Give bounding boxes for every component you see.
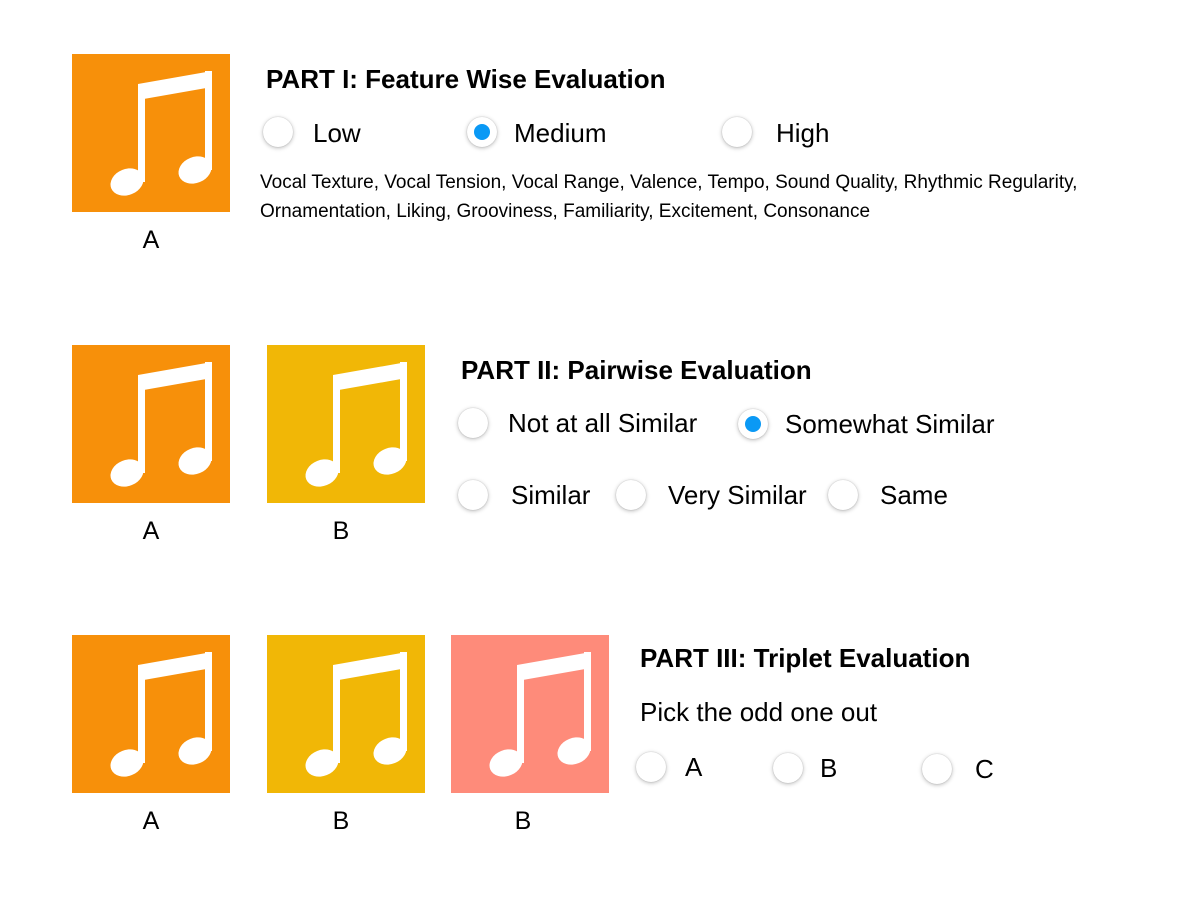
radio-button[interactable]: [458, 408, 488, 438]
tile-label-b: B: [332, 807, 350, 835]
radio-button[interactable]: [636, 752, 666, 782]
radio-label: Medium: [514, 118, 607, 148]
tile-label-b: B: [332, 517, 350, 545]
radio-button[interactable]: [616, 480, 646, 510]
part1-heading: PART I: Feature Wise Evaluation: [266, 64, 666, 94]
radio-button[interactable]: [828, 480, 858, 510]
music-note-icon: [451, 635, 609, 793]
tile-label-third: B: [514, 807, 532, 835]
radio-button[interactable]: [773, 753, 803, 783]
radio-label: Very Similar: [668, 480, 807, 510]
part3-instruction: Pick the odd one out: [640, 697, 878, 727]
audio-tile-b[interactable]: [267, 345, 425, 503]
radio-button[interactable]: [722, 117, 752, 147]
radio-label: Same: [880, 480, 948, 510]
radio-label: Low: [313, 118, 361, 148]
radio-label: A: [685, 752, 703, 782]
radio-button[interactable]: [467, 117, 497, 147]
music-note-icon: [267, 345, 425, 503]
tile-label-a: A: [142, 226, 160, 254]
music-note-icon: [72, 635, 230, 793]
audio-tile-a[interactable]: [72, 54, 230, 212]
feature-attributes-text: Vocal Texture, Vocal Tension, Vocal Rang…: [260, 172, 1078, 222]
radio-label: Similar: [511, 480, 591, 510]
radio-button[interactable]: [458, 480, 488, 510]
audio-tile-a[interactable]: [72, 345, 230, 503]
tile-label-a: A: [142, 807, 160, 835]
audio-tile-a[interactable]: [72, 635, 230, 793]
music-note-icon: [72, 345, 230, 503]
part2-heading: PART II: Pairwise Evaluation: [461, 355, 812, 385]
radio-label: High: [776, 118, 830, 148]
audio-tile-b[interactable]: [267, 635, 425, 793]
radio-button[interactable]: [263, 117, 293, 147]
radio-label: Not at all Similar: [508, 408, 698, 438]
music-note-icon: [267, 635, 425, 793]
radio-button[interactable]: [922, 754, 952, 784]
radio-label: Somewhat Similar: [785, 409, 995, 439]
music-note-icon: [72, 54, 230, 212]
radio-label: C: [975, 754, 994, 784]
part3-heading: PART III: Triplet Evaluation: [640, 643, 971, 673]
radio-label: B: [820, 753, 838, 783]
tile-label-a: A: [142, 517, 160, 545]
radio-button[interactable]: [738, 409, 768, 439]
audio-tile-c[interactable]: [451, 635, 609, 793]
